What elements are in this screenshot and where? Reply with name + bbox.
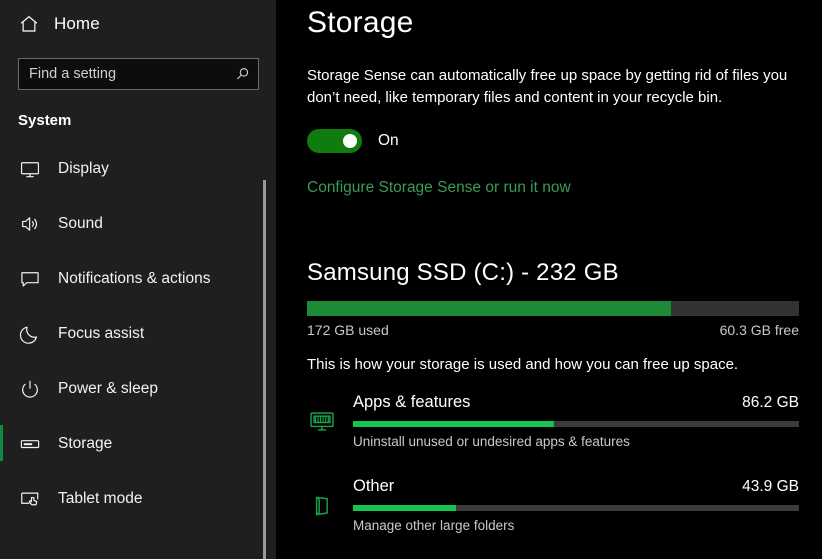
sidebar-item-power-sleep[interactable]: Power & sleep (0, 361, 277, 416)
storage-sense-toggle-row: On (307, 129, 822, 153)
storage-category-size: 43.9 GB (742, 478, 799, 496)
drive-title: Samsung SSD (C:) - 232 GB (307, 259, 822, 287)
sidebar-item-label: Tablet mode (58, 490, 142, 508)
drive-usage-fill (307, 301, 671, 316)
sidebar-item-notifications[interactable]: Notifications & actions (0, 251, 277, 306)
storage-category-name: Other (353, 477, 394, 496)
speaker-icon (18, 212, 42, 236)
home-label: Home (54, 14, 100, 34)
sidebar-item-label: Notifications & actions (58, 270, 211, 288)
moon-icon (18, 322, 42, 346)
storage-category-head: Other 43.9 GB (353, 477, 799, 496)
storage-category-body: Apps & features 86.2 GB Uninstall unused… (353, 393, 799, 449)
search-container (0, 46, 277, 90)
search-icon[interactable] (232, 64, 252, 84)
drive-used-label: 172 GB used (307, 322, 389, 338)
storage-category-body: Other 43.9 GB Manage other large folders (353, 477, 799, 533)
sidebar-item-label: Display (58, 160, 109, 178)
sidebar-item-label: Power & sleep (58, 380, 158, 398)
sidebar-section-title: System (0, 90, 277, 129)
sidebar-item-display[interactable]: Display (0, 141, 277, 196)
storage-category-head: Apps & features 86.2 GB (353, 393, 799, 412)
storage-sense-description: Storage Sense can automatically free up … (307, 65, 799, 109)
folder-outline-icon (307, 489, 337, 523)
sidebar-nav-list: Display Sound Notifica (0, 141, 277, 526)
sidebar-item-label: Focus assist (58, 325, 144, 343)
sidebar-item-label: Sound (58, 215, 103, 233)
power-icon (18, 377, 42, 401)
storage-category-list: Apps & features 86.2 GB Uninstall unused… (307, 393, 822, 533)
toggle-state-label: On (378, 132, 399, 150)
drive-free-label: 60.3 GB free (720, 322, 799, 338)
storage-sense-toggle[interactable] (307, 129, 362, 153)
storage-category-fill (353, 505, 456, 511)
drive-icon (18, 432, 42, 456)
drive-usage-bar (307, 301, 799, 316)
chat-bubble-icon (18, 267, 42, 291)
sidebar-item-sound[interactable]: Sound (0, 196, 277, 251)
toggle-knob (343, 134, 357, 148)
tablet-touch-icon (18, 487, 42, 511)
storage-category-subtitle: Uninstall unused or undesired apps & fea… (353, 434, 799, 449)
search-box[interactable] (18, 58, 259, 90)
sidebar-item-storage[interactable]: Storage (0, 416, 277, 471)
sidebar-item-focus-assist[interactable]: Focus assist (0, 306, 277, 361)
sidebar: Home System (0, 0, 277, 559)
sidebar-item-home[interactable]: Home (0, 2, 277, 46)
storage-category-size: 86.2 GB (742, 394, 799, 412)
sidebar-item-tablet-mode[interactable]: Tablet mode (0, 471, 277, 526)
storage-category-bar (353, 421, 799, 427)
sidebar-scrollbar[interactable] (263, 180, 266, 559)
storage-category-fill (353, 421, 554, 427)
storage-category-name: Apps & features (353, 393, 470, 412)
storage-category-bar (353, 505, 799, 511)
sidebar-item-label: Storage (58, 435, 112, 453)
main-content: Storage Storage Sense can automatically … (277, 0, 822, 559)
apps-monitor-icon (307, 405, 337, 439)
page-title: Storage (307, 0, 822, 40)
settings-window: Home System (0, 0, 822, 559)
configure-storage-sense-link[interactable]: Configure Storage Sense or run it now (307, 179, 571, 197)
home-icon (18, 13, 40, 35)
storage-category-row[interactable]: Other 43.9 GB Manage other large folders (307, 477, 822, 533)
storage-category-subtitle: Manage other large folders (353, 518, 799, 533)
storage-category-row[interactable]: Apps & features 86.2 GB Uninstall unused… (307, 393, 822, 449)
howto-text: This is how your storage is used and how… (307, 356, 822, 373)
drive-usage-legend: 172 GB used 60.3 GB free (307, 322, 799, 338)
search-input[interactable] (19, 59, 258, 89)
monitor-icon (18, 157, 42, 181)
